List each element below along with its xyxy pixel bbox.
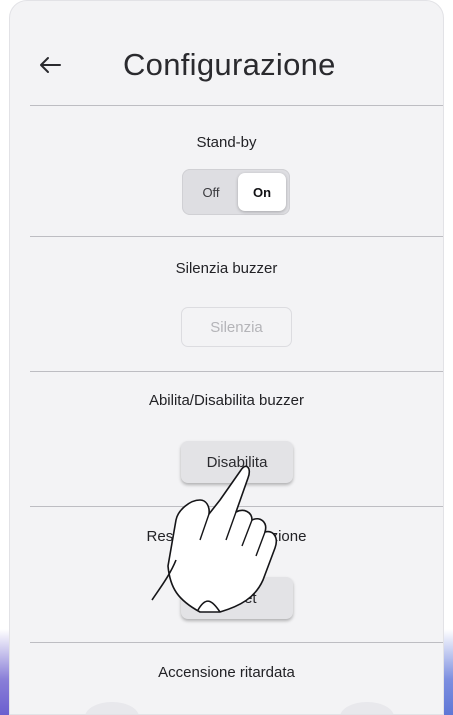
- divider: [30, 642, 443, 643]
- reset-label-start: Res: [146, 528, 174, 545]
- reset-notification-label: Res ficazione: [10, 528, 443, 545]
- toggle-buzzer-label: Abilita/Disabilita buzzer: [148, 392, 305, 409]
- device-edge-right: [444, 0, 453, 715]
- settings-screen: Configurazione Stand-by Off On Silenzia …: [9, 0, 444, 715]
- divider: [30, 506, 443, 507]
- delayed-power-label: Accensione ritardata: [158, 664, 295, 681]
- standby-on-option[interactable]: On: [238, 173, 286, 211]
- bottom-control-left: [85, 702, 139, 714]
- standby-toggle[interactable]: Off On: [182, 169, 290, 215]
- reset-button[interactable]: Reset: [181, 577, 293, 619]
- device-edge-left: [0, 0, 9, 715]
- arrow-left-icon: [40, 57, 61, 73]
- standby-label: Stand-by: [196, 134, 257, 151]
- standby-off-option[interactable]: Off: [188, 175, 234, 209]
- device-frame: Configurazione Stand-by Off On Silenzia …: [0, 0, 453, 715]
- divider: [30, 236, 443, 237]
- reset-label-end: ficazione: [247, 528, 307, 545]
- app-header: Configurazione: [10, 29, 443, 105]
- bottom-control-right: [340, 702, 394, 714]
- silence-buzzer-label: Silenzia buzzer: [175, 260, 278, 277]
- page-title: Configurazione: [123, 47, 336, 82]
- silence-button[interactable]: Silenzia: [181, 307, 292, 347]
- back-button[interactable]: [34, 49, 66, 81]
- divider: [30, 371, 443, 372]
- disable-buzzer-button[interactable]: Disabilita: [181, 441, 293, 483]
- divider: [30, 105, 443, 106]
